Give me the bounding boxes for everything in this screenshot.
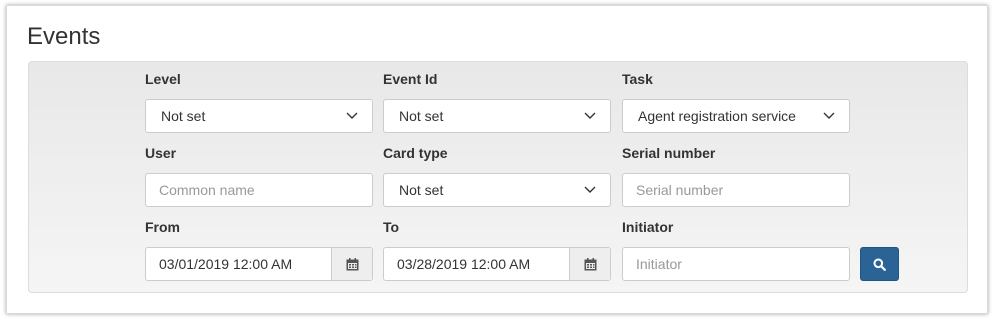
task-select[interactable]: Agent registration service [622,99,850,133]
to-datetime-picker [383,247,611,281]
card-type-select-value: Not set [399,182,444,198]
event-id-select[interactable]: Not set [383,99,611,133]
task-label: Task [622,71,653,87]
chevron-down-icon [823,112,835,119]
chevron-down-icon [584,112,596,119]
to-date-input[interactable] [384,248,569,280]
to-calendar-button[interactable] [569,248,610,280]
user-label: User [145,145,177,161]
level-field: Level Not set [145,69,373,133]
initiator-field: Initiator [622,217,850,281]
to-field: To [383,217,611,281]
event-id-label: Event Id [383,71,438,87]
task-select-value: Agent registration service [638,108,796,124]
event-id-field: Event Id Not set [383,69,611,133]
chevron-down-icon [346,112,358,119]
level-select[interactable]: Not set [145,99,373,133]
initiator-input[interactable] [622,247,850,281]
user-input[interactable] [145,173,373,207]
to-label: To [383,219,400,235]
task-field: Task Agent registration service [622,69,850,133]
serial-number-input[interactable] [622,173,850,207]
from-field: From [145,217,373,281]
event-id-select-value: Not set [399,108,444,124]
initiator-label: Initiator [622,219,674,235]
serial-number-field: Serial number [622,143,850,207]
from-label: From [145,219,180,235]
level-select-value: Not set [161,108,206,124]
from-datetime-picker [145,247,373,281]
card-type-select[interactable]: Not set [383,173,611,207]
calendar-icon [346,257,358,270]
calendar-icon [584,257,596,270]
events-card: Events Level Not set Event Id Not set Ta… [6,5,988,314]
card-type-field: Card type Not set [383,143,611,207]
from-date-input[interactable] [146,248,331,280]
user-field: User [145,143,373,207]
chevron-down-icon [584,186,596,193]
filter-panel: Level Not set Event Id Not set Task Agen… [28,61,968,293]
search-button[interactable] [860,247,899,281]
card-type-label: Card type [383,145,448,161]
serial-number-label: Serial number [622,145,716,161]
search-icon [873,258,886,271]
from-calendar-button[interactable] [331,248,372,280]
page-title: Events [27,23,101,50]
level-label: Level [145,71,181,87]
